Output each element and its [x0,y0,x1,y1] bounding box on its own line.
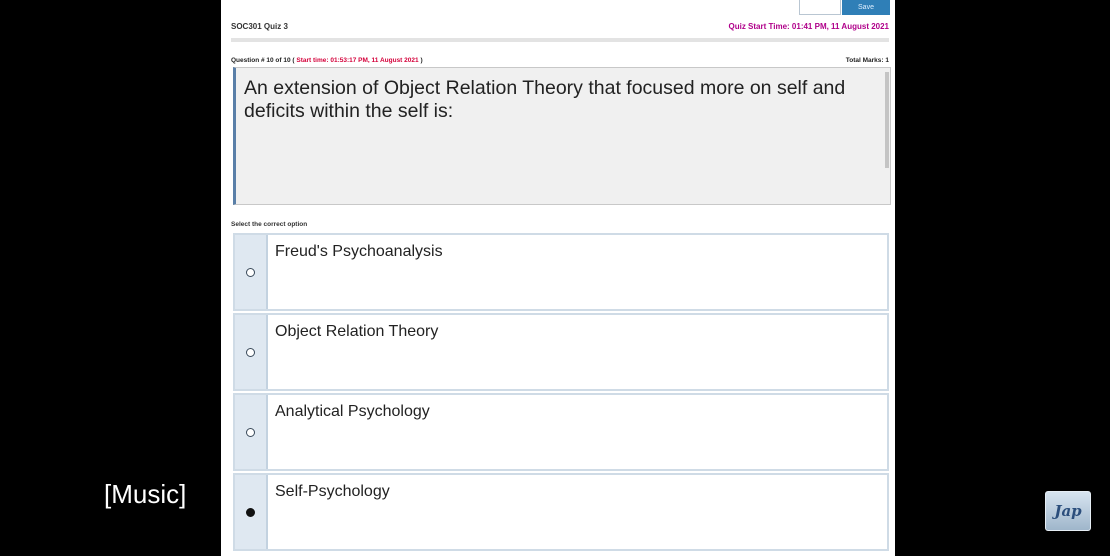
question-start-time: Start time: 01:53:17 PM, 11 August 2021 [296,57,419,64]
option-1-label: Freud's Psychoanalysis [275,243,443,260]
quiz-title: SOC301 Quiz 3 [231,22,288,31]
option-3-label: Analytical Psychology [275,403,430,420]
quiz-page: Save SOC301 Quiz 3 Quiz Start Time: 01:4… [221,0,895,556]
option-4-radio-cell[interactable] [235,475,268,549]
option-4[interactable]: Self-Psychology [233,473,889,551]
option-2-radio[interactable] [246,348,255,357]
question-box[interactable]: An extension of Object Relation Theory t… [233,67,891,205]
quiz-start-time: Quiz Start Time: 01:41 PM, 11 August 202… [728,22,890,31]
question-meta: Question # 10 of 10 ( Start time: 01:53:… [231,57,423,64]
question-text: An extension of Object Relation Theory t… [244,77,846,122]
total-marks: Total Marks: 1 [845,57,889,64]
option-1-radio-cell[interactable] [235,235,268,309]
option-1-radio[interactable] [246,268,255,277]
option-3-radio-cell[interactable] [235,395,268,469]
option-2-radio-cell[interactable] [235,315,268,389]
select-option-label: Select the correct option [231,221,308,228]
header-divider [231,38,889,42]
save-button[interactable]: Save [842,0,890,15]
option-3-radio[interactable] [246,428,255,437]
top-button[interactable] [799,0,841,15]
question-number: Question # 10 of 10 ( [231,57,295,64]
option-2[interactable]: Object Relation Theory [233,313,889,391]
option-2-label: Object Relation Theory [275,323,439,340]
channel-logo: Jap [1045,491,1091,531]
option-4-label: Self-Psychology [275,483,390,500]
music-caption: [Music] [104,479,187,509]
option-4-radio[interactable] [246,508,255,517]
question-meta-close: ) [420,57,423,64]
option-1[interactable]: Freud's Psychoanalysis [233,233,889,311]
option-3[interactable]: Analytical Psychology [233,393,889,471]
question-scrollbar[interactable] [885,72,889,168]
